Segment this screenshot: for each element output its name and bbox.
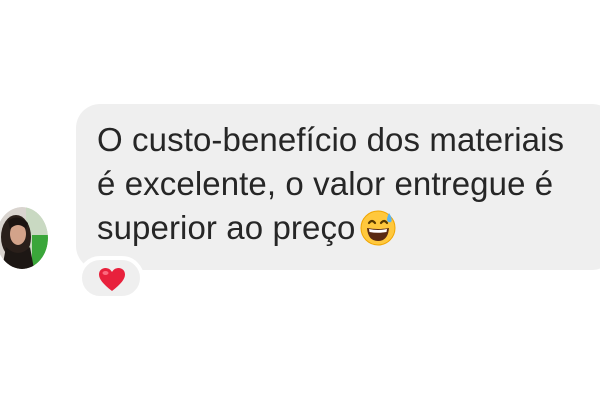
profile-photo [0,207,48,269]
message-line-3: superior ao preço [97,206,597,257]
reaction-badge[interactable] [78,256,144,300]
message-line-1: O custo-benefício dos materiais [97,121,565,158]
red-heart-icon [98,267,126,298]
message-line-3-text: superior ao preço [97,209,356,246]
grinning-face-with-sweat-icon [360,210,396,257]
message-text: O custo-benefício dos materiais é excele… [97,118,597,257]
avatar[interactable] [0,207,48,269]
chat-screen: O custo-benefício dos materiais é excele… [0,0,600,400]
message-line-2: é excelente, o valor entregue é [97,165,554,202]
